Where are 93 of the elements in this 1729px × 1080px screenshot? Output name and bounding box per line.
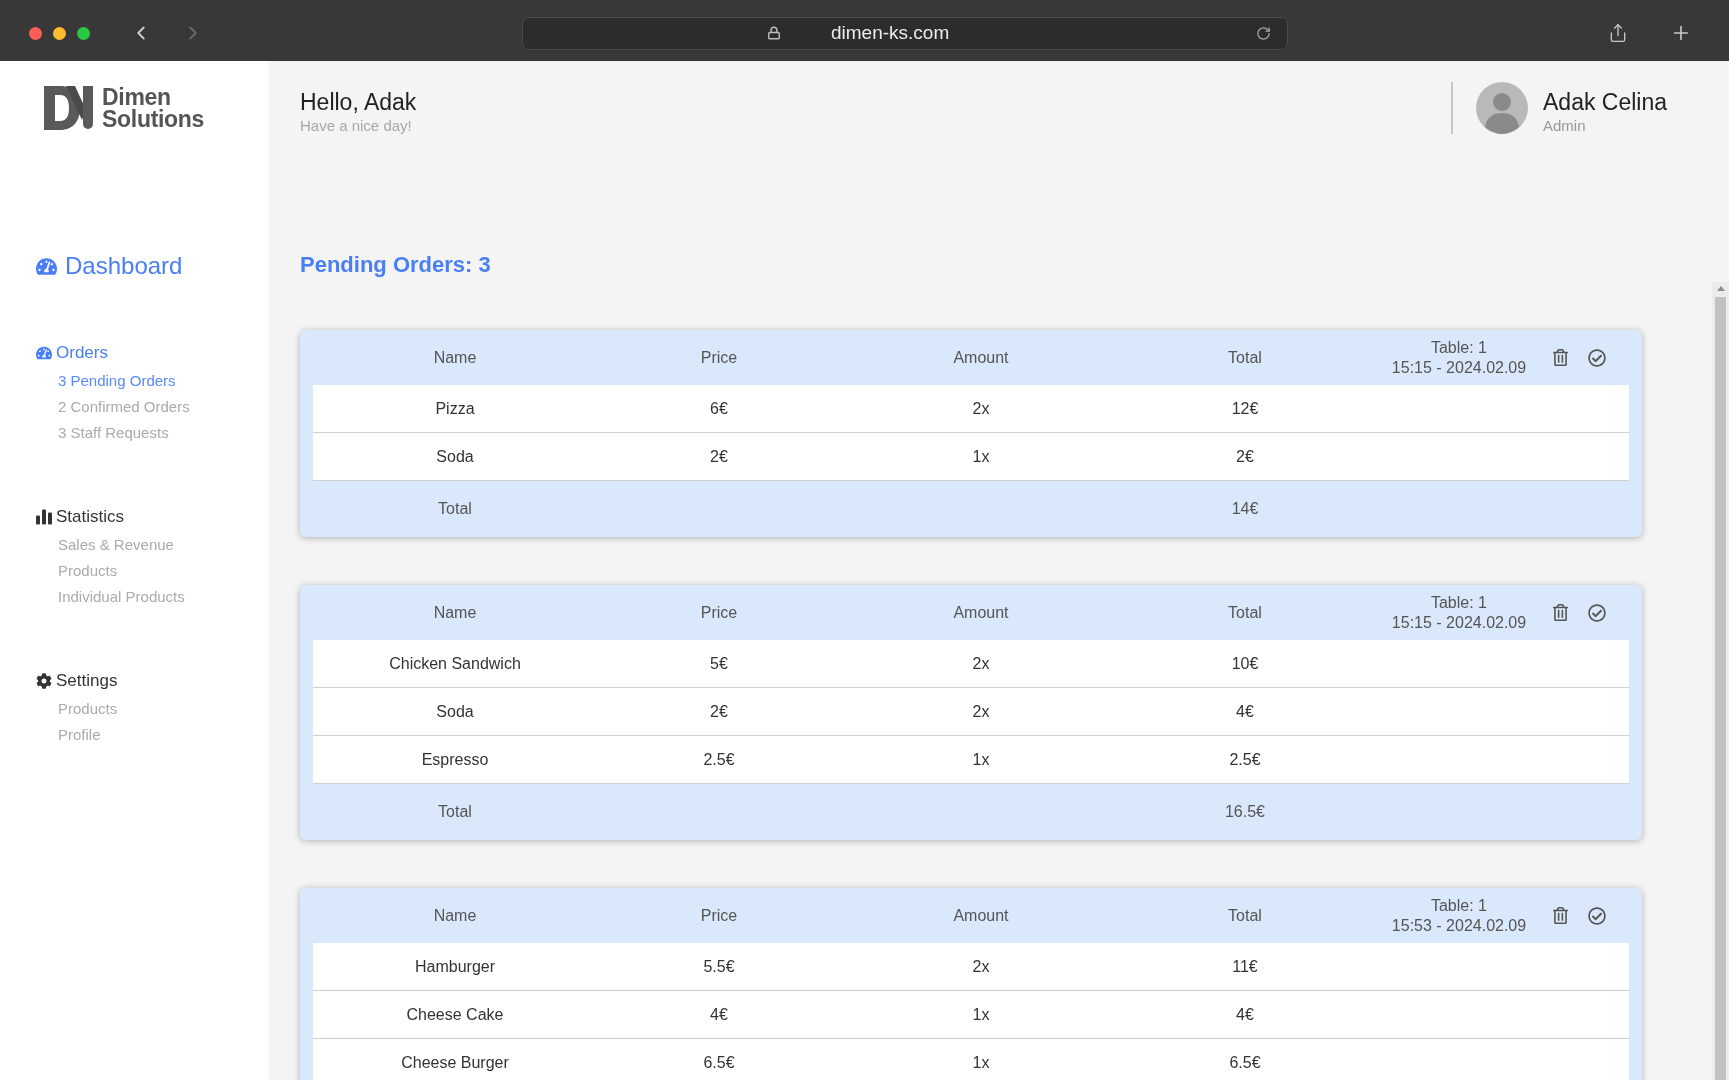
total-value: 14€ bbox=[1231, 499, 1259, 519]
trash-icon[interactable] bbox=[1553, 907, 1568, 924]
table-cell: 4€ bbox=[1236, 701, 1254, 722]
order-time: 15:53 - 2024.02.09 bbox=[1391, 915, 1527, 936]
table-cell: Chicken Sandwich bbox=[389, 653, 521, 674]
table-cell: Cheese Cake bbox=[406, 1004, 504, 1025]
total-value: 16.5€ bbox=[1224, 802, 1265, 822]
sidebar-item[interactable]: 3 Pending Orders bbox=[58, 368, 176, 394]
window-close-button[interactable] bbox=[29, 26, 42, 40]
sidebar-item[interactable]: Individual Products bbox=[58, 584, 185, 610]
logo-text: Dimen bbox=[102, 86, 171, 108]
column-header: Name bbox=[433, 347, 477, 368]
table-cell: 1x bbox=[972, 1004, 990, 1025]
column-header: Name bbox=[433, 905, 477, 926]
column-header: Amount bbox=[953, 602, 1009, 623]
column-header: Total bbox=[1228, 347, 1262, 368]
sidebar-item[interactable]: 2 Confirmed Orders bbox=[58, 394, 190, 420]
scrollbar-track[interactable] bbox=[1712, 282, 1729, 1080]
gauge-icon bbox=[36, 255, 57, 277]
column-header: Name bbox=[433, 602, 477, 623]
table-cell: 2€ bbox=[710, 701, 728, 722]
table-cell: 2x bbox=[972, 956, 990, 977]
sidebar-section-link[interactable]: Settings bbox=[36, 669, 118, 693]
table-cell: Pizza bbox=[435, 398, 475, 419]
logo-icon bbox=[44, 86, 94, 130]
greeting: Hello, Adak bbox=[300, 88, 417, 116]
table-cell: 2x bbox=[972, 701, 990, 722]
user-role: Admin bbox=[1543, 116, 1586, 136]
sidebar-item[interactable]: Profile bbox=[58, 722, 101, 748]
table-cell: 5.5€ bbox=[703, 956, 735, 977]
sidebar-section-link[interactable]: Orders bbox=[36, 341, 108, 365]
scrollbar-thumb[interactable] bbox=[1715, 297, 1726, 1080]
table-cell: 4€ bbox=[710, 1004, 728, 1025]
table-cell: 5€ bbox=[710, 653, 728, 674]
window-minimize-button[interactable] bbox=[53, 26, 66, 40]
order-time: 15:15 - 2024.02.09 bbox=[1391, 357, 1527, 378]
table-cell: Soda bbox=[436, 446, 474, 467]
greeting-subtitle: Have a nice day! bbox=[300, 116, 412, 136]
share-icon[interactable] bbox=[1608, 23, 1628, 43]
table-cell: 2x bbox=[972, 653, 990, 674]
column-header: Price bbox=[700, 347, 738, 368]
table-cell: 2€ bbox=[1236, 446, 1254, 467]
url-text: dimen-ks.com bbox=[831, 21, 950, 45]
table-cell: 12€ bbox=[1231, 398, 1259, 419]
sidebar-item[interactable]: 3 Staff Requests bbox=[58, 420, 169, 446]
table-cell: 4€ bbox=[1236, 1004, 1254, 1025]
table-cell: 10€ bbox=[1231, 653, 1259, 674]
sidebar-item[interactable]: Products bbox=[58, 558, 118, 584]
total-label: Total bbox=[438, 499, 472, 519]
table-cell: 6€ bbox=[710, 398, 728, 419]
sidebar-item[interactable]: Sales & Revenue bbox=[58, 532, 174, 558]
table-cell: 2€ bbox=[710, 446, 728, 467]
sidebar-section-link[interactable]: Statistics bbox=[36, 505, 125, 529]
table-cell: Soda bbox=[436, 701, 474, 722]
column-header: Total bbox=[1228, 602, 1262, 623]
table-cell: 2.5€ bbox=[703, 749, 735, 770]
trash-icon[interactable] bbox=[1553, 349, 1568, 366]
page-title: Pending Orders: 3 bbox=[300, 251, 491, 279]
sidebar-item[interactable]: Products bbox=[58, 696, 118, 722]
table-cell: Espresso bbox=[421, 749, 489, 770]
order-time: 15:15 - 2024.02.09 bbox=[1391, 612, 1527, 633]
gauge-icon bbox=[36, 345, 52, 361]
column-header: Price bbox=[700, 602, 738, 623]
logo-text: Solutions bbox=[102, 108, 205, 130]
table-cell: 11€ bbox=[1232, 956, 1258, 977]
table-cell: 1x bbox=[972, 1052, 990, 1073]
table-number: Table: 1 bbox=[1430, 895, 1487, 916]
table-cell: 1x bbox=[972, 749, 990, 770]
dashboard-link[interactable]: Dashboard bbox=[36, 250, 183, 282]
column-header: Total bbox=[1228, 905, 1262, 926]
user-name: Adak Celina bbox=[1543, 88, 1668, 116]
column-header: Price bbox=[700, 905, 738, 926]
table-cell: Cheese Burger bbox=[401, 1052, 509, 1073]
address-bar[interactable]: dimen-ks.com bbox=[522, 16, 1288, 50]
column-header: Amount bbox=[953, 347, 1009, 368]
table-cell: Hamburger bbox=[415, 956, 495, 977]
reload-icon[interactable] bbox=[1256, 25, 1271, 41]
avatar-icon bbox=[1476, 82, 1528, 134]
trash-icon[interactable] bbox=[1553, 604, 1568, 621]
scroll-up-icon[interactable] bbox=[1716, 286, 1725, 291]
column-header: Amount bbox=[953, 905, 1009, 926]
total-label: Total bbox=[438, 802, 472, 822]
window-maximize-button[interactable] bbox=[77, 26, 90, 40]
table-cell: 1x bbox=[972, 446, 990, 467]
table-cell: 2.5€ bbox=[1229, 749, 1261, 770]
table-cell: 2x bbox=[972, 398, 990, 419]
table-cell: 6.5€ bbox=[1229, 1052, 1261, 1073]
table-number: Table: 1 bbox=[1430, 592, 1487, 613]
lock-icon bbox=[767, 26, 781, 40]
bar-chart-icon bbox=[36, 509, 52, 525]
gear-icon bbox=[36, 673, 52, 689]
table-cell: 6.5€ bbox=[703, 1052, 735, 1073]
table-number: Table: 1 bbox=[1430, 337, 1487, 358]
